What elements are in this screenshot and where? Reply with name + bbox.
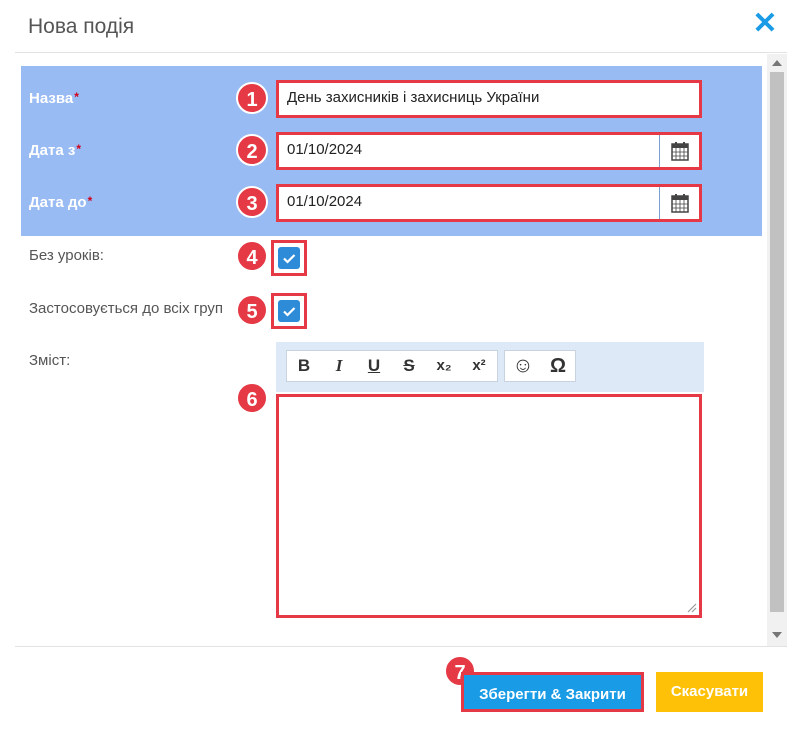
- annotation-badge-1: 1: [236, 82, 268, 114]
- content-label: Зміст:: [29, 352, 71, 369]
- no-lessons-checkbox[interactable]: [271, 240, 307, 276]
- annotation-badge-6: 6: [236, 382, 268, 414]
- italic-button[interactable]: I: [322, 351, 356, 381]
- scrollbar-thumb[interactable]: [770, 72, 784, 612]
- dialog-title: Нова подія: [28, 15, 135, 38]
- required-mark: *: [74, 90, 79, 104]
- checkmark-icon: [278, 300, 300, 322]
- date-to-label: Дата до*: [29, 194, 92, 211]
- date-to-value: 01/10/2024: [287, 193, 363, 210]
- strikethrough-button[interactable]: S: [392, 351, 426, 381]
- annotation-badge-3: 3: [236, 186, 268, 218]
- date-to-input[interactable]: 01/10/2024: [276, 184, 702, 222]
- insert-button-group: ☺ Ω: [504, 350, 576, 382]
- annotation-badge-2: 2: [236, 134, 268, 166]
- cancel-button[interactable]: Скасувати: [656, 672, 763, 712]
- content-editor[interactable]: [276, 394, 702, 618]
- required-mark: *: [76, 142, 82, 156]
- annotation-badge-5: 5: [236, 294, 268, 326]
- calendar-icon[interactable]: [659, 187, 699, 219]
- no-lessons-label: Без уроків:: [29, 247, 104, 264]
- checkmark-icon: [278, 247, 300, 269]
- subscript-button[interactable]: x₂: [427, 351, 461, 381]
- bold-button[interactable]: B: [287, 351, 321, 381]
- format-button-group: B I U S x₂ x²: [286, 350, 498, 382]
- save-close-button[interactable]: Зберегти & Закрити: [461, 672, 644, 712]
- close-icon[interactable]: ✕: [752, 9, 778, 39]
- header-divider: [15, 52, 787, 53]
- all-groups-checkbox[interactable]: [271, 293, 307, 329]
- editor-toolbar: B I U S x₂ x² ☺ Ω: [276, 342, 704, 392]
- resize-handle-icon[interactable]: [687, 603, 697, 613]
- all-groups-label: Застосовується до всіх груп: [29, 300, 224, 317]
- scroll-up-icon[interactable]: [772, 60, 782, 66]
- date-to-label-text: Дата до: [29, 194, 87, 211]
- name-input-value: День захисників і захисниць України: [287, 89, 540, 106]
- date-from-label: Дата з*: [29, 142, 81, 159]
- superscript-button[interactable]: x²: [462, 351, 496, 381]
- omega-icon[interactable]: Ω: [541, 351, 575, 381]
- required-mark: *: [87, 194, 93, 208]
- scroll-down-icon[interactable]: [772, 632, 782, 638]
- scrollbar[interactable]: [767, 54, 787, 647]
- smiley-icon[interactable]: ☺: [506, 351, 540, 381]
- name-label: Назва*: [29, 90, 79, 107]
- name-label-text: Назва: [29, 90, 74, 107]
- name-input[interactable]: День захисників і захисниць України: [276, 80, 702, 118]
- annotation-badge-4: 4: [236, 240, 268, 272]
- footer-divider: [15, 646, 787, 647]
- date-from-value: 01/10/2024: [287, 141, 363, 158]
- calendar-icon[interactable]: [659, 135, 699, 167]
- date-from-input[interactable]: 01/10/2024: [276, 132, 702, 170]
- underline-button[interactable]: U: [357, 351, 391, 381]
- date-from-label-text: Дата з: [29, 142, 76, 159]
